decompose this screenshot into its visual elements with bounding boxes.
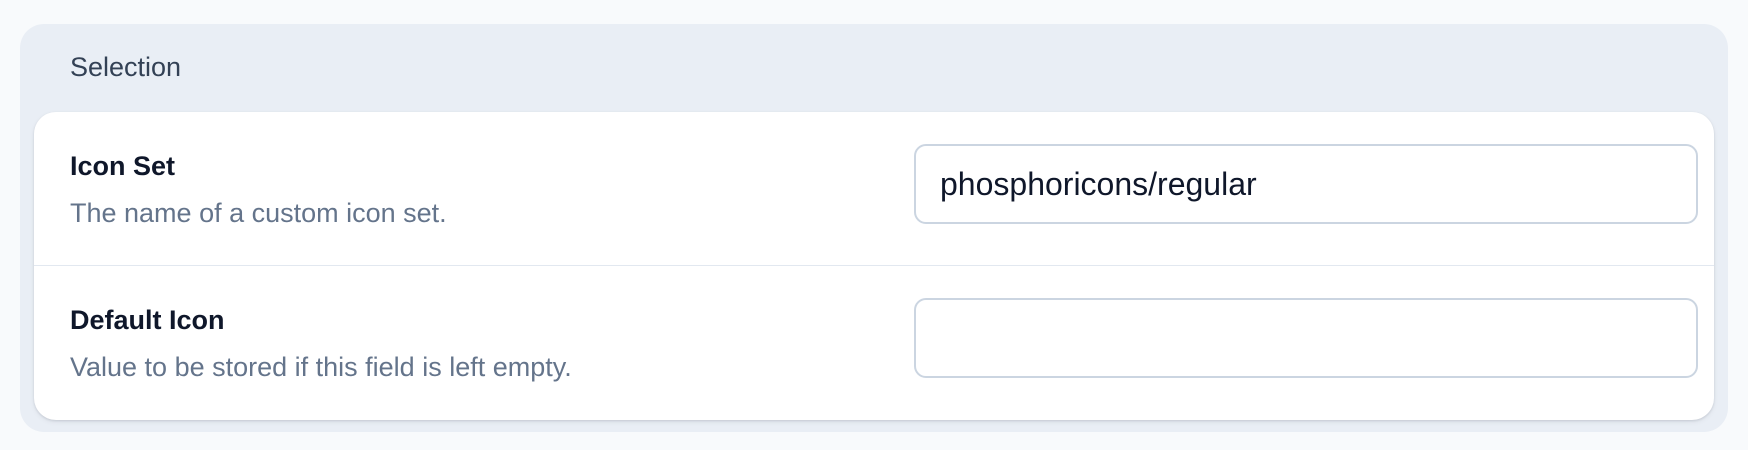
field-row-icon-set: Icon Set The name of a custom icon set. bbox=[34, 112, 1714, 266]
default-icon-input[interactable] bbox=[914, 298, 1698, 378]
default-icon-help: Value to be stored if this field is left… bbox=[70, 352, 572, 382]
icon-set-input[interactable] bbox=[914, 144, 1698, 224]
section-title: Selection bbox=[70, 52, 182, 82]
icon-set-label: Icon Set bbox=[70, 151, 176, 181]
default-icon-label: Default Icon bbox=[70, 305, 225, 335]
icon-set-help: The name of a custom icon set. bbox=[70, 198, 447, 228]
field-row-default-icon: Default Icon Value to be stored if this … bbox=[34, 266, 1714, 420]
fields-card: Icon Set The name of a custom icon set. … bbox=[34, 112, 1714, 420]
selection-section: Selection Icon Set The name of a custom … bbox=[20, 24, 1728, 432]
